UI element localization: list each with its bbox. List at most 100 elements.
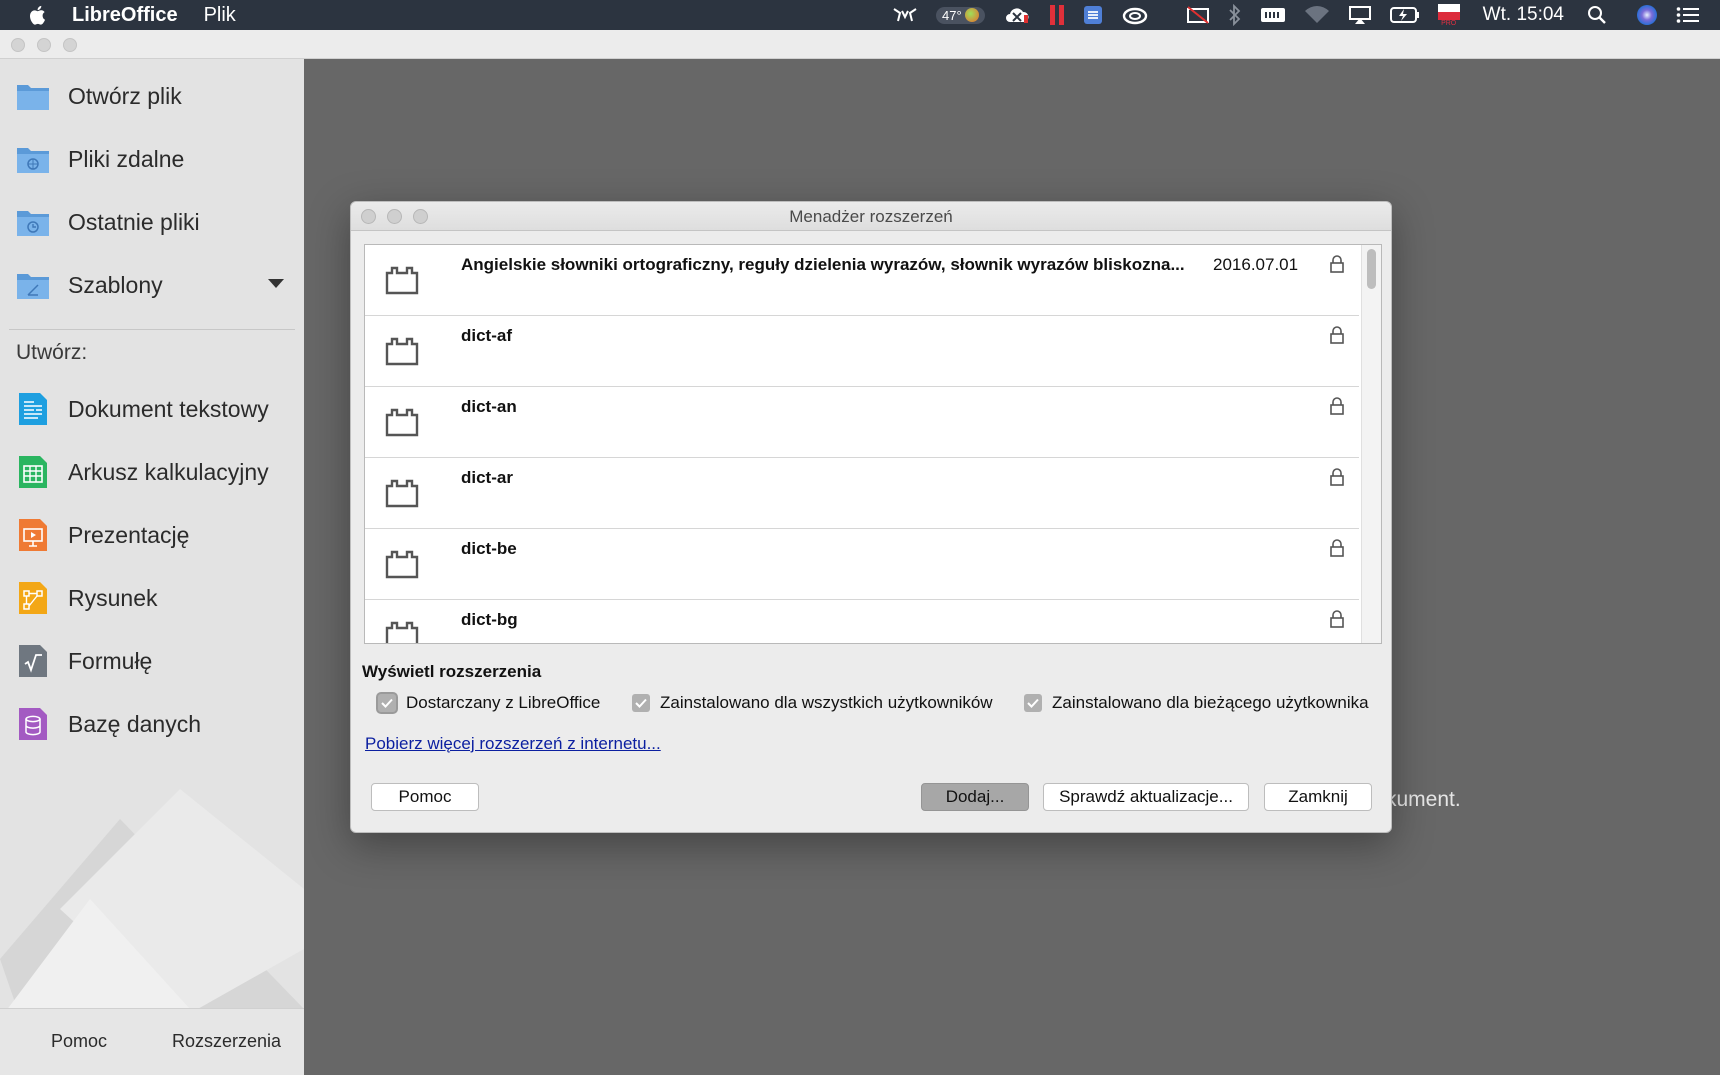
folder-icon: [16, 79, 50, 113]
create-math-formula[interactable]: Formułę: [16, 641, 152, 681]
help-button[interactable]: Pomoc: [371, 783, 479, 811]
start-center-titlebar: [0, 30, 1720, 59]
create-calc-spreadsheet[interactable]: Arkusz kalkulacyjny: [16, 452, 269, 492]
cloud-off-icon[interactable]: [1003, 0, 1031, 30]
bluetooth-icon[interactable]: [1228, 0, 1242, 30]
creative-cloud-icon[interactable]: [1121, 0, 1149, 30]
pro-badge: PRO: [1441, 19, 1457, 27]
impress-icon: [16, 518, 50, 552]
extension-package-icon: [385, 337, 419, 366]
status-tray: 47° PRO Wt. 15:04: [883, 0, 1720, 30]
fan-icon[interactable]: [892, 0, 918, 30]
notification-center-icon[interactable]: [1676, 0, 1700, 30]
remote-folder-icon: [16, 142, 50, 176]
checkbox-check-icon[interactable]: [378, 694, 396, 712]
create-impress-presentation[interactable]: Prezentację: [16, 515, 189, 555]
spotlight-search-icon[interactable]: [1587, 0, 1607, 30]
list-app-icon[interactable]: [1083, 0, 1103, 30]
menu-bar: LibreOffice Plik 47° PRO Wt. 15:04: [0, 0, 1720, 30]
close-button[interactable]: Zamknij: [1264, 783, 1372, 811]
dialog-titlebar: Menadżer rozszerzeń: [351, 202, 1391, 231]
window-close-button[interactable]: [11, 38, 25, 52]
extension-row[interactable]: dict-be: [365, 529, 1359, 600]
window-minimize-button[interactable]: [37, 38, 51, 52]
create-item-label: Dokument tekstowy: [68, 395, 269, 422]
sidebar-item-templates[interactable]: Szablony: [16, 265, 163, 305]
extension-row[interactable]: dict-af: [365, 316, 1359, 387]
lock-icon: [1330, 610, 1344, 628]
check-updates-button[interactable]: Sprawdź aktualizacje...: [1043, 783, 1249, 811]
status-ball-icon: [964, 8, 979, 22]
create-item-label: Prezentację: [68, 521, 190, 548]
dialog-title: Menadżer rozszerzeń: [789, 207, 953, 226]
add-button[interactable]: Dodaj...: [921, 783, 1029, 811]
temperature-badge[interactable]: 47°: [936, 6, 985, 24]
create-base-database[interactable]: Bazę danych: [16, 704, 201, 744]
extension-row[interactable]: dict-ar: [365, 458, 1359, 529]
extension-list[interactable]: Angielskie słowniki ortograficzny, reguł…: [364, 244, 1382, 644]
extension-package-icon: [385, 408, 419, 437]
extension-package-icon: [385, 479, 419, 508]
sidebar-divider: [9, 329, 295, 330]
create-item-label: Arkusz kalkulacyjny: [68, 458, 269, 485]
chevron-down-icon[interactable]: [268, 279, 284, 288]
extension-package-icon: [385, 266, 419, 295]
wifi-icon[interactable]: [1304, 0, 1330, 30]
background-hint-text: kument.: [1386, 788, 1461, 811]
get-more-extensions-link[interactable]: Pobierz więcej rozszerzeń z internetu...: [365, 734, 661, 754]
airplay-icon[interactable]: [1348, 0, 1372, 30]
sidebar-extensions-button[interactable]: Rozszerzenia: [172, 1031, 281, 1052]
checkbox-label: Zainstalowano dla bieżącego użytkownika: [1052, 693, 1369, 712]
app-menu[interactable]: LibreOffice: [72, 4, 178, 27]
extension-row[interactable]: Angielskie słowniki ortograficzny, reguł…: [365, 245, 1359, 316]
sidebar-item-label: Pliki zdalne: [68, 145, 185, 172]
pause-icon[interactable]: [1049, 0, 1065, 30]
apple-icon[interactable]: [28, 5, 46, 25]
create-writer-document[interactable]: Dokument tekstowy: [16, 389, 269, 429]
extension-list-scrollbar[interactable]: [1361, 245, 1381, 643]
create-item-label: Bazę danych: [68, 710, 201, 737]
checkbox-check-icon[interactable]: [632, 694, 650, 712]
window-zoom-button[interactable]: [63, 38, 77, 52]
extension-package-icon: [385, 621, 419, 643]
base-icon: [16, 707, 50, 741]
clock[interactable]: Wt. 15:04: [1483, 0, 1564, 30]
extension-name: dict-ar: [461, 468, 513, 487]
templates-folder-icon: [16, 268, 50, 302]
extension-row[interactable]: dict-an: [365, 387, 1359, 458]
show-extensions-label: Wyświetl rozszerzenia: [362, 662, 542, 681]
siri-icon[interactable]: [1636, 0, 1658, 30]
recent-folder-icon: [16, 205, 50, 239]
sidebar-help-button[interactable]: Pomoc: [51, 1031, 107, 1052]
sidebar-item-recent-files[interactable]: Ostatnie pliki: [16, 202, 200, 242]
input-language-icon[interactable]: PRO: [1437, 0, 1460, 30]
memory-icon[interactable]: [1260, 0, 1286, 30]
extension-name: dict-af: [461, 326, 512, 345]
sidebar-item-open-file[interactable]: Otwórz plik: [16, 76, 182, 116]
scrollbar-thumb[interactable]: [1367, 249, 1376, 289]
extension-row[interactable]: dict-bg: [365, 600, 1359, 643]
battery-charging-icon[interactable]: [1389, 0, 1420, 30]
extension-name: Angielskie słowniki ortograficzny, reguł…: [461, 255, 1185, 274]
screen-record-icon[interactable]: [1186, 0, 1210, 30]
extension-package-icon: [385, 550, 419, 579]
bundled-checkbox[interactable]: Dostarczany z LibreOffice: [378, 693, 600, 713]
create-section-label: Utwórz:: [16, 341, 88, 364]
sidebar-item-label: Szablony: [68, 271, 163, 298]
shared-checkbox[interactable]: Zainstalowano dla wszystkich użytkownikó…: [632, 693, 993, 713]
menu-file[interactable]: Plik: [204, 4, 236, 27]
checkbox-label: Dostarczany z LibreOffice: [406, 693, 601, 712]
sidebar-item-label: Ostatnie pliki: [68, 208, 200, 235]
sidebar-bottom-bar: Pomoc Rozszerzenia: [0, 1008, 304, 1075]
calc-icon: [16, 455, 50, 489]
lock-icon: [1330, 255, 1344, 273]
sidebar-item-remote-files[interactable]: Pliki zdalne: [16, 139, 184, 179]
user-checkbox[interactable]: Zainstalowano dla bieżącego użytkownika: [1024, 693, 1369, 713]
checkbox-check-icon[interactable]: [1024, 694, 1042, 712]
sidebar-item-label: Otwórz plik: [68, 82, 182, 109]
extension-version: 2016.07.01: [1213, 255, 1299, 274]
create-draw-drawing[interactable]: Rysunek: [16, 578, 157, 618]
writer-icon: [16, 392, 50, 426]
checkbox-label: Zainstalowano dla wszystkich użytkownikó…: [660, 693, 993, 712]
start-center-sidebar: Otwórz plik Pliki zdalne Ostatnie pliki …: [0, 59, 304, 1075]
